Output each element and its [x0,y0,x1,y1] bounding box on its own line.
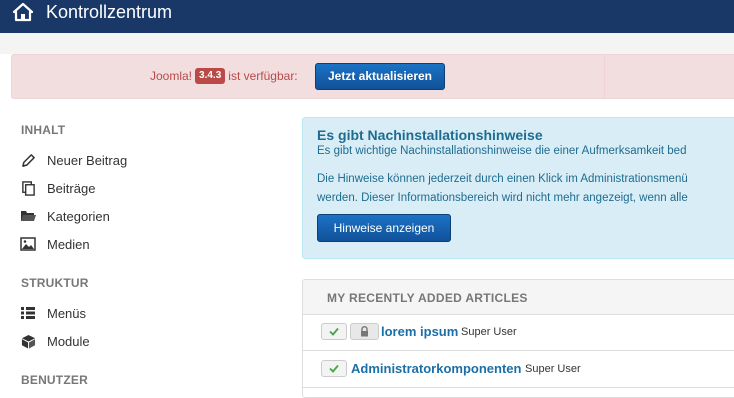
sidebar-item-label: Neuer Beitrag [47,152,128,168]
sidebar-item-media[interactable]: Medien [20,234,90,254]
postinstall-text-2a: Die Hinweise können jederzeit durch eine… [317,173,688,185]
home-icon[interactable] [12,2,34,22]
sidebar-item-label: Module [47,333,90,349]
check-icon [329,364,339,373]
sidebar-item-label: Menüs [47,305,87,321]
alert-divider [604,55,605,99]
sidebar-section-inhalt: INHALT [21,123,66,137]
published-toggle[interactable] [321,323,347,340]
update-message: Joomla! 3.4.3 ist verfügbar: [150,68,298,84]
sidebar-item-categories[interactable]: Kategorien [20,206,110,226]
table-row: Administratorkomponenten Super User [303,352,734,388]
sidebar-item-label: Beiträge [47,180,96,196]
published-toggle[interactable] [321,360,347,377]
postinstall-text-2b: werden. Dieser Informationsbereich wird … [317,192,688,204]
check-icon [329,327,339,336]
update-now-button[interactable]: Jetzt aktualisieren [315,63,445,90]
sidebar-item-new-article[interactable]: Neuer Beitrag [20,150,127,170]
top-bar: Kontrollzentrum [0,0,734,33]
article-link[interactable]: Administratorkomponenten [351,361,521,376]
article-author: Super User [525,363,581,375]
image-icon [20,236,36,252]
sidebar-section-struktur: STRUKTUR [21,276,89,290]
subhead-strip [0,33,734,54]
article-author: Super User [461,326,517,338]
recent-articles-panel: MY RECENTLY ADDED ARTICLES lorem ipsum S… [302,279,734,398]
list-icon [20,305,36,321]
sidebar-item-label: Medien [47,236,90,252]
show-messages-button[interactable]: Hinweise anzeigen [317,214,451,242]
sidebar-item-label: Kategorien [47,208,110,224]
postinstall-heading: Es gibt Nachinstallationshinweise [317,127,543,143]
table-row: lorem ipsum Super User [303,315,734,351]
panel-title: MY RECENTLY ADDED ARTICLES [327,291,528,305]
checked-out-toggle[interactable] [350,323,379,340]
sidebar-item-modules[interactable]: Module [20,331,90,351]
cube-icon [20,333,36,349]
sidebar-section-benutzer: BENUTZER [21,373,88,387]
pencil-icon [20,152,36,168]
sidebar-item-articles[interactable]: Beiträge [20,178,95,198]
version-badge: 3.4.3 [195,68,226,84]
lock-icon [361,326,368,337]
sidebar-item-menus[interactable]: Menüs [20,303,86,323]
panel-header: MY RECENTLY ADDED ARTICLES [303,280,734,315]
page-title: Kontrollzentrum [46,2,173,22]
update-suffix: ist verfügbar: [228,69,298,83]
update-prefix: Joomla! [150,69,193,83]
copy-icon [20,180,36,196]
article-link[interactable]: lorem ipsum [381,324,458,339]
folder-icon [20,208,36,224]
postinstall-text-2: Die Hinweise können jederzeit durch eine… [317,170,688,208]
postinstall-text-1: Es gibt wichtige Nachinstallationshinwei… [317,145,687,157]
